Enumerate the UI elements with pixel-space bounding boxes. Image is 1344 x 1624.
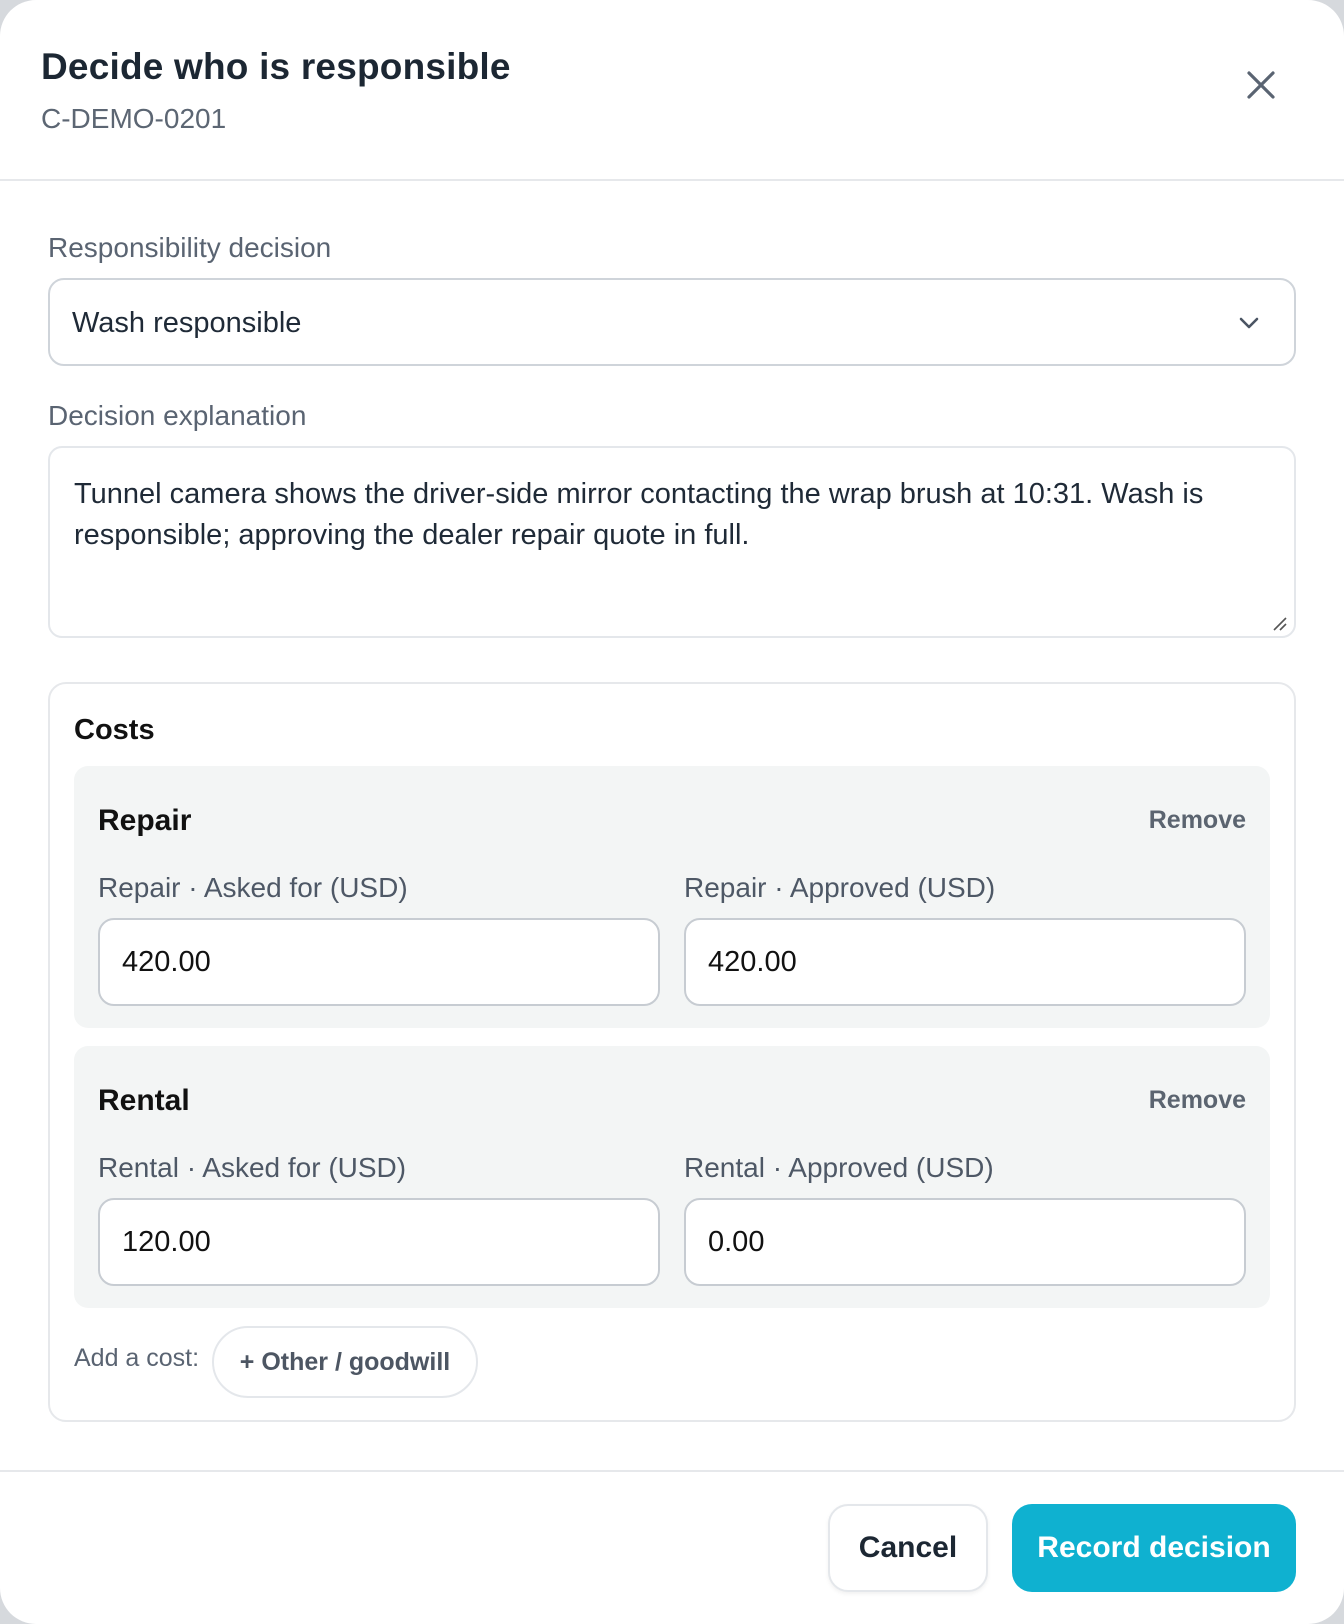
responsibility-label: Responsibility decision: [48, 232, 332, 263]
repair-asked-input[interactable]: 420.00: [98, 918, 660, 1006]
responsibility-selected-value: Wash responsible: [72, 307, 302, 339]
modal-footer: Cancel Record decision: [0, 1470, 1344, 1624]
modal-title: Decide who is responsible: [41, 46, 511, 87]
modal-header: Decide who is responsible C-DEMO-0201: [0, 0, 1344, 181]
explanation-text: Tunnel camera shows the driver-side mirr…: [74, 478, 1204, 551]
rental-asked-input[interactable]: 120.00: [98, 1198, 660, 1286]
cost-name: Rental: [98, 1084, 190, 1117]
explanation-textarea[interactable]: Tunnel camera shows the driver-side mirr…: [48, 446, 1296, 638]
decision-modal: Decide who is responsible C-DEMO-0201 Re…: [0, 0, 1344, 1624]
claim-id: C-DEMO-0201: [41, 103, 227, 134]
record-decision-button[interactable]: Record decision: [1012, 1504, 1296, 1592]
close-button[interactable]: [1240, 64, 1282, 106]
explanation-label: Decision explanation: [48, 400, 307, 431]
resize-handle-icon[interactable]: [1270, 614, 1288, 632]
add-cost-label: Add a cost:: [74, 1344, 200, 1372]
close-icon: [1247, 71, 1275, 99]
rental-approved-input[interactable]: 0.00: [684, 1198, 1246, 1286]
remove-repair-button[interactable]: Remove: [1149, 806, 1246, 835]
cancel-button[interactable]: Cancel: [828, 1504, 988, 1592]
rental-asked-label: Rental · Asked for (USD): [98, 1152, 407, 1183]
cost-block-repair: Repair Remove Repair · Asked for (USD) R…: [74, 766, 1270, 1028]
costs-title: Costs: [74, 714, 155, 746]
repair-approved-input[interactable]: 420.00: [684, 918, 1246, 1006]
remove-rental-button[interactable]: Remove: [1149, 1086, 1246, 1115]
rental-approved-label: Rental · Approved (USD): [684, 1152, 994, 1183]
cost-block-rental: Rental Remove Rental · Asked for (USD) R…: [74, 1046, 1270, 1308]
responsibility-select[interactable]: Wash responsible: [48, 278, 1296, 366]
repair-approved-label: Repair · Approved (USD): [684, 872, 996, 903]
costs-card: Costs Repair Remove Repair · Asked for (…: [48, 682, 1296, 1422]
add-other-goodwill-button[interactable]: + Other / goodwill: [212, 1326, 478, 1398]
repair-asked-label: Repair · Asked for (USD): [98, 872, 408, 903]
cost-name: Repair: [98, 804, 192, 837]
chevron-down-icon: [1239, 317, 1259, 329]
